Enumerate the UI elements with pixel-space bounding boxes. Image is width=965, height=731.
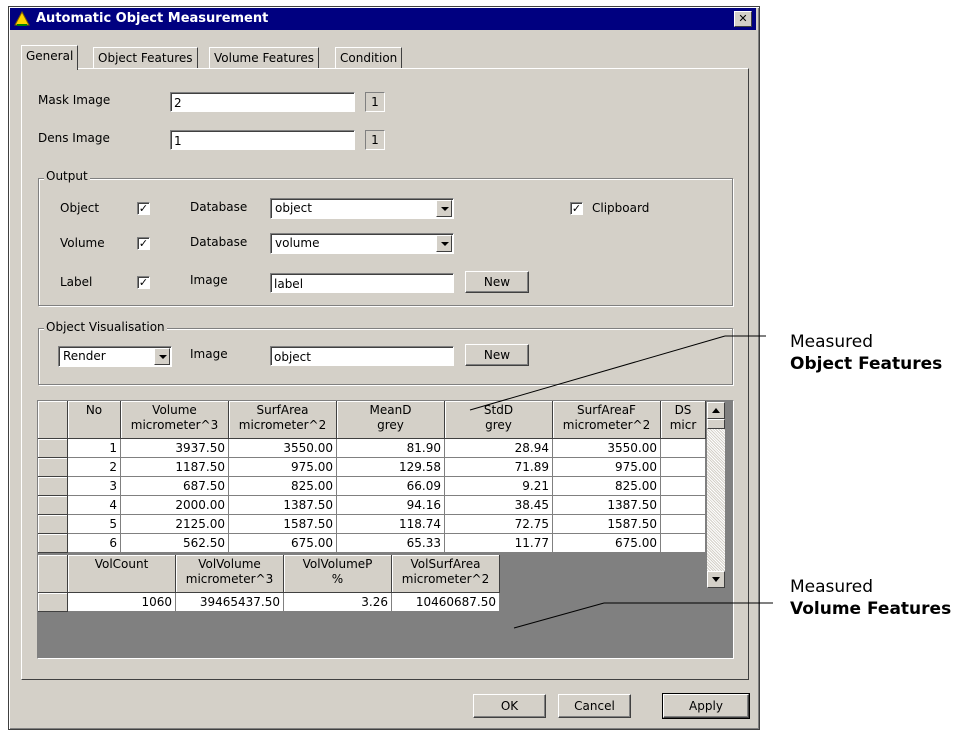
tab-general[interactable]: General [21,45,79,70]
object-features-annotation: Measured Object Features [790,331,942,375]
object-annotation-line2: Object Features [790,354,943,374]
volume-annotation-line1: Measured [790,577,874,597]
volume-annotation-line2: Volume Features [790,599,952,619]
object-annotation-line1: Measured [790,332,874,352]
volume-features-annotation: Measured Volume Features [790,576,951,620]
